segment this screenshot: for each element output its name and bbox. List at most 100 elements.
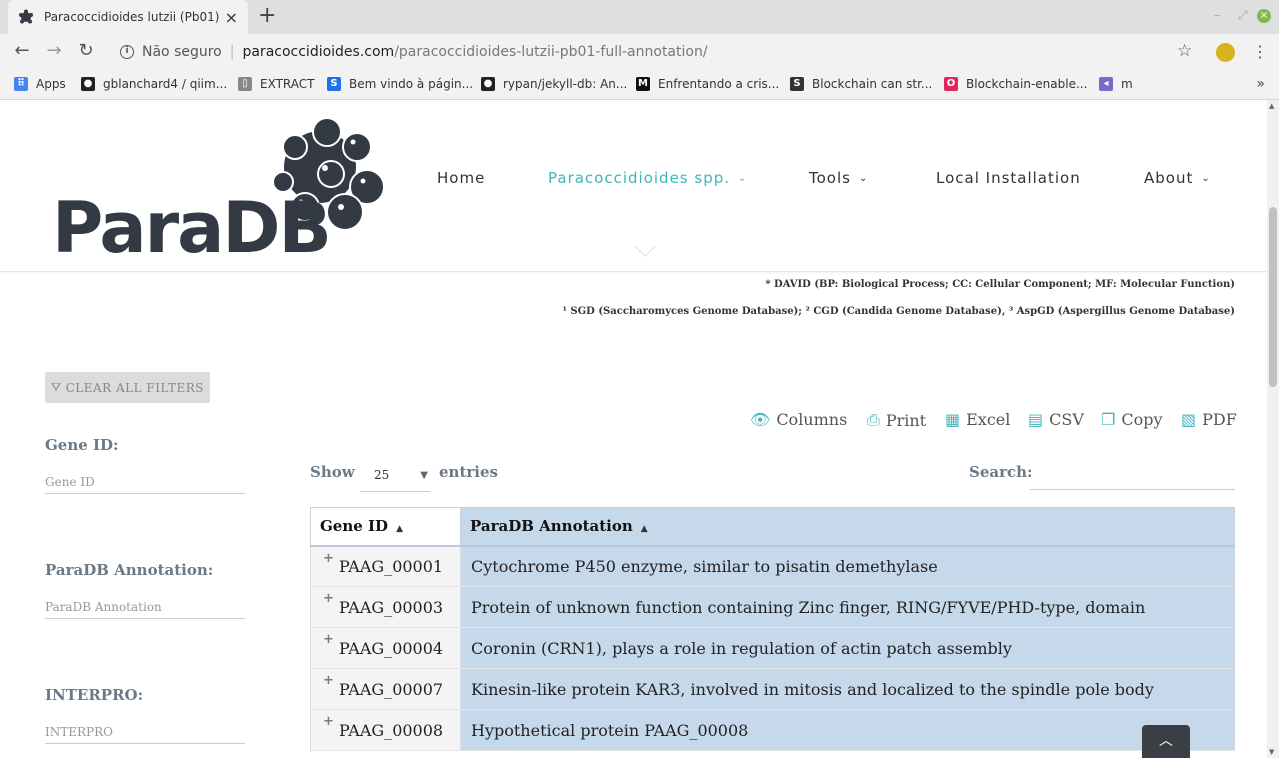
nav-home[interactable]: Home	[437, 169, 485, 187]
bookmark-item[interactable]: ⠿ Apps	[14, 77, 66, 91]
bookmark-item[interactable]: O Blockchain-enable...	[944, 77, 1087, 91]
copy-button[interactable]: ❐ Copy	[1101, 410, 1163, 429]
bookmark-star-icon[interactable]: ☆	[1177, 41, 1192, 61]
scroll-up-icon[interactable]: ▲	[1269, 102, 1274, 110]
table-search-input[interactable]	[1030, 458, 1235, 490]
nav-tools[interactable]: Tools ⌄	[809, 169, 868, 187]
entries-length-select[interactable]: 25 ▼	[360, 462, 430, 492]
bookmark-item[interactable]: ● rypan/jekyll-db: An...	[481, 77, 627, 91]
bookmark-item[interactable]: ● gblanchard4 / qiim...	[81, 77, 227, 91]
s-logo-icon: S	[327, 77, 341, 91]
expand-row-icon[interactable]: +	[323, 591, 334, 606]
info-icon[interactable]: i	[120, 45, 134, 59]
ring-logo-icon: O	[944, 77, 958, 91]
bookmark-label: rypan/jekyll-db: An...	[503, 77, 628, 91]
column-header-annotation[interactable]: ParaDB Annotation ▲	[460, 507, 1235, 547]
submenu-pointer-icon	[635, 237, 655, 257]
column-header-gene-id[interactable]: Gene ID ▲	[310, 507, 461, 547]
nav-label: About	[1144, 169, 1194, 187]
browser-tab[interactable]: Paracoccidioides lutzii (Pb01) – ×	[8, 0, 248, 34]
footnote-david: * DAVID (BP: Biological Process; CC: Cel…	[765, 279, 1235, 290]
annotation-cell: Protein of unknown function containing Z…	[460, 586, 1235, 628]
new-tab-icon[interactable]: +	[258, 5, 276, 27]
gene-id-cell[interactable]: + PAAG_00007	[310, 668, 461, 710]
tab-close-icon[interactable]: ×	[225, 8, 238, 27]
browser-menu-icon[interactable]: ⋮	[1252, 42, 1268, 61]
medium-icon: M	[636, 77, 650, 91]
site-logo-text[interactable]: ParaDB	[52, 188, 332, 268]
columns-button[interactable]: 👁 Columns	[750, 410, 847, 429]
csv-label: CSV	[1049, 410, 1084, 429]
bookmark-item[interactable]: ▯ EXTRACT	[238, 77, 314, 91]
csv-button[interactable]: ▤ CSV	[1028, 410, 1084, 429]
table-row[interactable]: + PAAG_00003 Protein of unknown function c…	[310, 586, 1235, 628]
nav-about[interactable]: About ⌄	[1144, 169, 1211, 187]
entries-label: entries	[439, 463, 498, 481]
filter-icon: ⛛	[50, 380, 62, 394]
nav-paracoccidioides[interactable]: Paracoccidioides spp. ⌄	[548, 169, 747, 187]
excel-button[interactable]: ▦ Excel	[945, 410, 1010, 429]
expand-row-icon[interactable]: +	[323, 551, 334, 566]
expand-row-icon[interactable]: +	[323, 632, 334, 647]
bookmark-item[interactable]: ◂ m	[1099, 77, 1133, 91]
bookmark-item[interactable]: M Enfrentando a cris...	[636, 77, 779, 91]
security-label: Não seguro	[142, 44, 222, 60]
annotation-cell: Kinesin-like protein KAR3, involved in m…	[460, 668, 1235, 710]
gene-id-cell[interactable]: + PAAG_00008	[310, 709, 461, 751]
profile-avatar[interactable]	[1216, 43, 1235, 62]
table-header-row: Gene ID ▲ ParaDB Annotation ▲	[310, 507, 1235, 547]
copy-label: Copy	[1121, 410, 1163, 429]
table-row[interactable]: + PAAG_00004 Coronin (CRN1), plays a role …	[310, 627, 1235, 669]
maximize-icon[interactable]: ⤢	[1238, 8, 1248, 23]
pdf-label: PDF	[1202, 410, 1237, 429]
gene-id-cell[interactable]: + PAAG_00001	[310, 545, 461, 587]
bookmark-label: Enfrentando a cris...	[658, 77, 780, 91]
pdf-file-icon: ▧	[1181, 410, 1197, 429]
circle-logo-icon: ◂	[1099, 77, 1113, 91]
reload-icon[interactable]: ↻	[74, 40, 98, 61]
filter-annotation-input[interactable]	[45, 595, 245, 619]
minimize-icon[interactable]: –	[1214, 8, 1220, 22]
dropdown-caret-icon: ▼	[420, 470, 428, 481]
scroll-down-icon[interactable]: ▼	[1269, 748, 1274, 756]
github-icon: ●	[481, 77, 495, 91]
pdf-button[interactable]: ▧ PDF	[1181, 410, 1237, 429]
expand-row-icon[interactable]: +	[323, 714, 334, 729]
gene-id-text: PAAG_00007	[339, 679, 444, 699]
annotation-cell: Hypothetical protein PAAG_00008	[460, 709, 1235, 751]
url-path: /paracoccidioides-lutzii-pb01-full-annot…	[394, 44, 708, 60]
annotation-cell: Cytochrome P450 enzyme, similar to pisat…	[460, 545, 1235, 587]
bookmark-label: Blockchain can str...	[812, 77, 933, 91]
nav-local-installation[interactable]: Local Installation	[936, 169, 1081, 187]
clear-all-filters-button[interactable]: ⛛ CLEAR ALL FILTERS	[45, 372, 210, 403]
window-close-icon[interactable]: ×	[1257, 9, 1271, 23]
gene-id-cell[interactable]: + PAAG_00003	[310, 586, 461, 628]
back-icon[interactable]: ←	[10, 40, 34, 61]
sd-logo-icon: S	[790, 77, 804, 91]
forward-icon[interactable]: →	[42, 40, 66, 61]
print-button[interactable]: ⎙ Print	[867, 410, 926, 430]
bookmark-label: Bem vindo à págin...	[349, 77, 474, 91]
address-bar[interactable]: i Não seguro | paracoccidioides.com /par…	[110, 39, 1210, 65]
filter-interpro-input[interactable]	[45, 720, 245, 744]
page-viewport: ParaDB Home Paracoccidioides spp. ⌄ Tools…	[0, 100, 1267, 758]
bookmark-label: m	[1121, 77, 1133, 91]
column-header-label: Gene ID	[320, 517, 389, 536]
gene-id-cell[interactable]: + PAAG_00004	[310, 627, 461, 669]
scrollbar-thumb[interactable]	[1269, 207, 1277, 387]
table-row[interactable]: + PAAG_00008 Hypothetical protein PAAG_000…	[310, 709, 1235, 751]
scroll-to-top-button[interactable]: ︿	[1142, 725, 1190, 758]
page-icon: ▯	[238, 77, 252, 91]
filter-gene-id-input[interactable]	[45, 470, 245, 494]
bookmark-item[interactable]: S Blockchain can str...	[790, 77, 932, 91]
table-row[interactable]: + PAAG_00001 Cytochrome P450 enzyme, simil…	[310, 545, 1235, 587]
more-bookmarks-icon[interactable]: »	[1256, 76, 1265, 92]
column-header-label: ParaDB Annotation	[470, 517, 633, 536]
page-scrollbar[interactable]: ▲ ▼	[1267, 100, 1279, 758]
site-header: ParaDB Home Paracoccidioides spp. ⌄ Tools…	[0, 100, 1267, 272]
tab-title: Paracoccidioides lutzii (Pb01) –	[44, 10, 219, 24]
expand-row-icon[interactable]: +	[323, 673, 334, 688]
bookmark-item[interactable]: S Bem vindo à págin...	[327, 77, 473, 91]
chevron-down-icon: ⌄	[738, 172, 748, 184]
table-row[interactable]: + PAAG_00007 Kinesin-like protein KAR3, in…	[310, 668, 1235, 710]
